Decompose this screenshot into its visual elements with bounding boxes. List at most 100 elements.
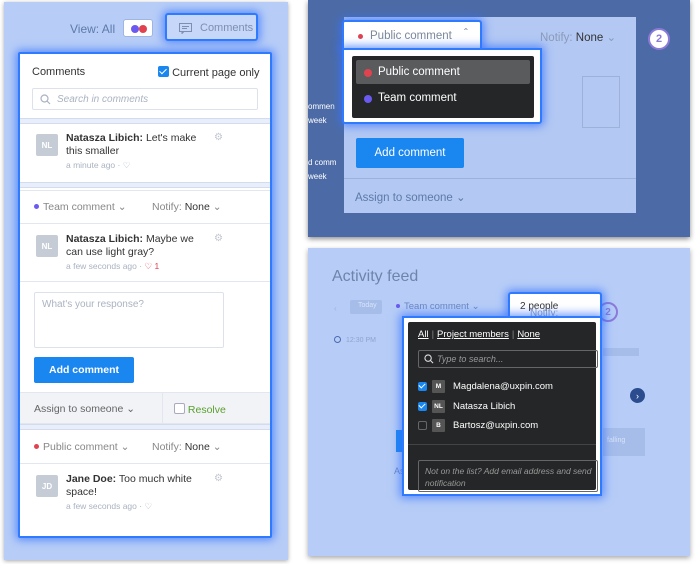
chevron-down-icon: ⌄ [212, 441, 222, 453]
comment-body-line2: this smaller [66, 145, 120, 157]
current-page-only-checkbox[interactable]: Current page only [158, 66, 260, 79]
card-title: Comments [32, 66, 86, 78]
public-dot-icon [358, 34, 363, 39]
comment-type-menu: Public comment Team comment [342, 48, 542, 124]
add-comment-button[interactable]: Add comment [34, 357, 134, 383]
menu-item-label: Public comment [378, 66, 460, 78]
comments-search-input[interactable]: Search in comments [32, 88, 258, 110]
checkbox-icon [174, 403, 185, 414]
side-text: d comm [308, 158, 337, 167]
person-name: Bartosz@uxpin.com [453, 420, 539, 431]
dropdown-body: All | Project members | None Type to search.… [408, 322, 598, 492]
comment-type-dropdown[interactable]: Team comment ⌄ [34, 201, 127, 213]
activity-feed-panel: Activity feed ‹ Today Team comment ⌄ 12:… [308, 248, 690, 556]
gear-icon[interactable]: ⚙ [214, 132, 223, 143]
divider [20, 118, 270, 124]
comment-body-line2: can use light gray? [66, 246, 155, 258]
divider [344, 178, 636, 179]
comment-type-label: Public comment [43, 441, 118, 453]
chevron-right-icon[interactable]: › [630, 388, 645, 403]
notify-people-dropdown: All | Project members | None Type to search.… [402, 316, 602, 496]
notify-dropdown[interactable]: Notify: 2 people ˆ [508, 292, 602, 319]
assign-dropdown[interactable]: Assign to someone ⌄ [34, 403, 135, 415]
comment-time: a few seconds ago [66, 501, 137, 511]
response-input[interactable]: What's your response? [34, 292, 224, 348]
public-dot-icon [139, 25, 147, 33]
comment-type-dropdown[interactable]: Public comment ˆ [342, 20, 482, 50]
divider [20, 463, 270, 464]
person-initial: NL [432, 400, 445, 413]
comment-text: Natasza Libich: Let's make this smaller [66, 132, 216, 158]
tab-all[interactable]: All [418, 329, 429, 340]
avatar: NL [36, 235, 58, 257]
step-number-badge: 2 [648, 28, 670, 50]
menu-item-public-comment[interactable]: Public comment [356, 60, 530, 84]
comment-type-label: Team comment [404, 301, 469, 312]
comment-body-line1: Maybe we [145, 233, 194, 245]
view-label: View: All [70, 22, 116, 36]
likes-count: 1 [154, 261, 160, 271]
side-text: week [308, 172, 327, 181]
menu-list: Public comment Team comment [352, 56, 534, 118]
comment-time: a minute ago [66, 160, 116, 170]
notify-dropdown[interactable]: Notify: None ⌄ [152, 201, 222, 213]
person-initial: M [432, 380, 445, 393]
notify-value: None [184, 201, 210, 213]
resolve-label: Resolve [187, 404, 226, 416]
heart-icon[interactable]: ♡ [144, 501, 152, 511]
add-comment-button[interactable]: Add comment [356, 138, 464, 168]
notify-dropdown[interactable]: Notify: None ⌄ [152, 441, 222, 453]
comment-icon [179, 23, 192, 34]
notify-label: Notify: [152, 441, 182, 453]
faint-label: falling [607, 437, 626, 444]
chevron-down-icon: ⌄ [120, 441, 130, 453]
comment-author: Natasza Libich: [66, 132, 144, 144]
menu-item-team-comment[interactable]: Team comment [356, 86, 530, 110]
avatar: JD [36, 475, 58, 497]
checkbox-checked-icon [418, 402, 427, 411]
comments-button[interactable]: Comments [165, 13, 258, 41]
person-name: Magdalena@uxpin.com [453, 381, 553, 392]
comment-meta: a few seconds ago · ♡ 1 [66, 261, 160, 271]
add-email-placeholder: Not on the list? Add email address and s… [425, 466, 592, 488]
notify-dropdown[interactable]: Notify: None ⌄ [540, 30, 616, 44]
gear-icon[interactable]: ⚙ [214, 233, 223, 244]
comment-type-label: Public comment [370, 30, 452, 42]
notify-label: Notify: [152, 201, 182, 213]
side-text: ommen [308, 102, 335, 111]
team-dot-icon [131, 25, 139, 33]
filter-tabs: All | Project members | None [418, 329, 541, 340]
public-comment-thread: Public comment ⌄ Notify: None ⌄ JD Jane … [20, 431, 270, 536]
comment-body-line2: space! [66, 486, 97, 498]
view-filter-toggle[interactable] [123, 19, 153, 37]
comment-text: Natasza Libich: Maybe we can use light g… [66, 233, 216, 259]
gear-icon[interactable]: ⚙ [214, 473, 223, 484]
assign-dropdown[interactable]: Assign to someone ⌄ [355, 190, 466, 204]
divider [20, 223, 270, 224]
notify-text: Notify: 2 people ˆ [520, 301, 558, 319]
comment-body-line1: Let's make [145, 132, 197, 144]
comment-textarea[interactable] [582, 76, 620, 128]
people-search-input[interactable]: Type to search... [418, 350, 598, 368]
comment-meta: a few seconds ago · ♡ [66, 501, 153, 511]
heart-icon[interactable]: ♡ [144, 261, 152, 271]
person-name: Natasza Libich [453, 401, 516, 412]
divider [20, 424, 270, 430]
comment-body-line1: Too much white [118, 473, 192, 485]
tab-none[interactable]: None [517, 329, 540, 340]
comment-author: Natasza Libich: [66, 233, 144, 245]
comments-panel: View: All Comments Comments Current page… [4, 2, 288, 560]
comments-button-label: Comments [200, 22, 254, 34]
chevron-down-icon: ⌄ [212, 201, 222, 213]
comment-type-dropdown[interactable]: Team comment ⌄ [396, 301, 480, 312]
add-email-input[interactable]: Not on the list? Add email address and s… [418, 460, 598, 492]
resolve-checkbox[interactable]: Resolve [174, 403, 226, 416]
search-icon [40, 94, 51, 105]
chevron-up-icon: ˆ [464, 28, 468, 40]
comment-type-dropdown[interactable]: Public comment ⌄ [34, 441, 129, 453]
checkbox-icon [418, 421, 427, 430]
tab-project-members[interactable]: Project members [437, 329, 509, 340]
heart-icon[interactable]: ♡ [123, 160, 131, 170]
menu-item-label: Team comment [378, 92, 457, 104]
avatar: NL [36, 134, 58, 156]
